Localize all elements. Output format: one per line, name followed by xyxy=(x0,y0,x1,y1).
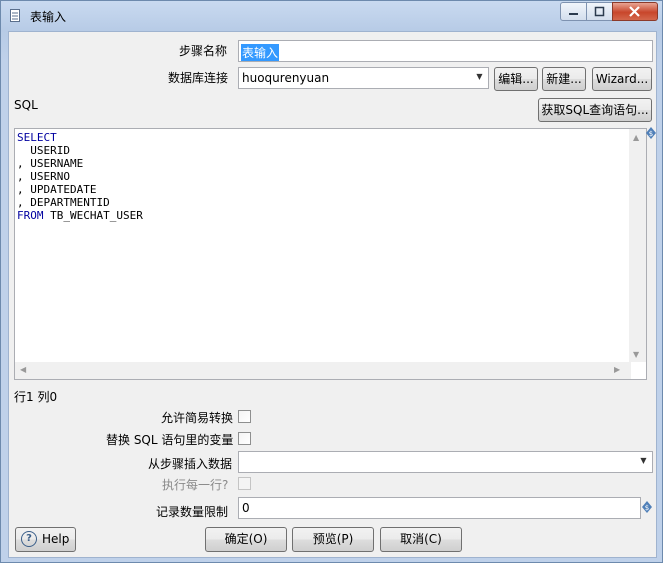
cancel-button[interactable]: 取消(C) xyxy=(380,527,462,552)
maximize-icon xyxy=(594,6,605,17)
wizard-button[interactable]: Wizard... xyxy=(592,67,652,91)
dialog-window: 表输入 步骤名称 表输入 数据库连接 huoqurenyuan ▼ 编辑... … xyxy=(0,0,663,563)
vertical-scrollbar[interactable]: ▲ ▼ xyxy=(629,129,646,362)
lazy-conversion-checkbox[interactable] xyxy=(238,410,251,423)
insert-from-step-label: 从步骤插入数据 xyxy=(148,457,233,471)
table-input-icon xyxy=(10,9,20,22)
svg-text:$: $ xyxy=(649,130,653,138)
ok-button[interactable]: 确定(O) xyxy=(205,527,287,552)
db-connection-label: 数据库连接 xyxy=(168,71,229,85)
sql-text-segment: USERID xyxy=(17,144,70,157)
get-sql-button[interactable]: 获取SQL查询语句... xyxy=(538,98,652,122)
maximize-button[interactable] xyxy=(586,2,613,21)
replace-vars-label: 替换 SQL 语句里的变量 xyxy=(106,433,234,447)
sql-keyword: FROM xyxy=(17,209,44,222)
scroll-left-icon[interactable]: ◀ xyxy=(20,365,26,374)
sql-keyword: SELECT xyxy=(17,131,57,144)
sql-line: USERID xyxy=(17,144,143,157)
chevron-down-icon[interactable]: ▼ xyxy=(471,68,488,88)
replace-vars-checkbox[interactable] xyxy=(238,432,251,445)
horizontal-scrollbar[interactable]: ◀ ▶ xyxy=(15,362,631,379)
edit-connection-button[interactable]: 编辑... xyxy=(494,67,538,91)
sql-line: , UPDATEDATE xyxy=(17,183,143,196)
db-connection-value: huoqurenyuan xyxy=(242,71,330,85)
limit-label: 记录数量限制 xyxy=(156,505,229,519)
insert-from-step-select[interactable]: ▼ xyxy=(238,451,653,473)
minimize-button[interactable] xyxy=(560,2,587,21)
step-name-value: 表输入 xyxy=(241,44,280,61)
sql-line: , USERNAME xyxy=(17,157,143,170)
window-title: 表输入 xyxy=(30,10,67,24)
variable-diamond-icon: $ xyxy=(642,501,652,513)
sql-editor[interactable]: SELECT USERID, USERNAME, USERNO, UPDATED… xyxy=(14,128,647,380)
scroll-right-icon[interactable]: ▶ xyxy=(614,365,620,374)
scroll-up-icon[interactable]: ▲ xyxy=(633,133,639,142)
help-button-label: Help xyxy=(42,532,70,546)
sql-line: FROM TB_WECHAT_USER xyxy=(17,209,143,222)
sql-text-segment: TB_WECHAT_USER xyxy=(43,209,143,222)
title-bar: 表输入 xyxy=(1,1,662,31)
close-icon xyxy=(629,6,640,17)
sql-text-segment: , DEPARTMENTID xyxy=(17,196,110,209)
preview-button[interactable]: 预览(P) xyxy=(292,527,374,552)
sql-line: SELECT xyxy=(17,131,143,144)
db-connection-select[interactable]: huoqurenyuan ▼ xyxy=(238,67,489,89)
chevron-down-icon[interactable]: ▼ xyxy=(635,452,652,472)
execute-each-row-label: 执行每一行? xyxy=(162,478,229,492)
limit-input[interactable]: 0 xyxy=(238,497,641,519)
close-button[interactable] xyxy=(612,2,658,21)
minimize-icon xyxy=(569,13,578,15)
dialog-body: 步骤名称 表输入 数据库连接 huoqurenyuan ▼ 编辑... 新建..… xyxy=(8,31,657,558)
help-button[interactable]: ? Help xyxy=(15,527,76,552)
new-connection-button[interactable]: 新建... xyxy=(542,67,586,91)
execute-each-row-checkbox[interactable] xyxy=(238,477,251,490)
sql-line: , USERNO xyxy=(17,170,143,183)
limit-value: 0 xyxy=(242,501,250,515)
step-name-input[interactable]: 表输入 xyxy=(238,40,653,62)
sql-text-segment: , USERNAME xyxy=(17,157,84,170)
cursor-position: 行1 列0 xyxy=(14,390,58,404)
sql-label: SQL xyxy=(14,98,38,112)
step-name-label: 步骤名称 xyxy=(179,44,228,58)
sql-text-segment: , UPDATEDATE xyxy=(17,183,97,196)
scroll-down-icon[interactable]: ▼ xyxy=(633,350,639,359)
variable-diamond-icon: $ xyxy=(646,127,656,139)
svg-text:$: $ xyxy=(645,504,649,512)
lazy-conversion-label: 允许简易转换 xyxy=(161,411,234,425)
sql-text-segment: , USERNO xyxy=(17,170,70,183)
sql-line: , DEPARTMENTID xyxy=(17,196,143,209)
sql-text[interactable]: SELECT USERID, USERNAME, USERNO, UPDATED… xyxy=(17,131,143,222)
help-icon: ? xyxy=(21,531,37,547)
